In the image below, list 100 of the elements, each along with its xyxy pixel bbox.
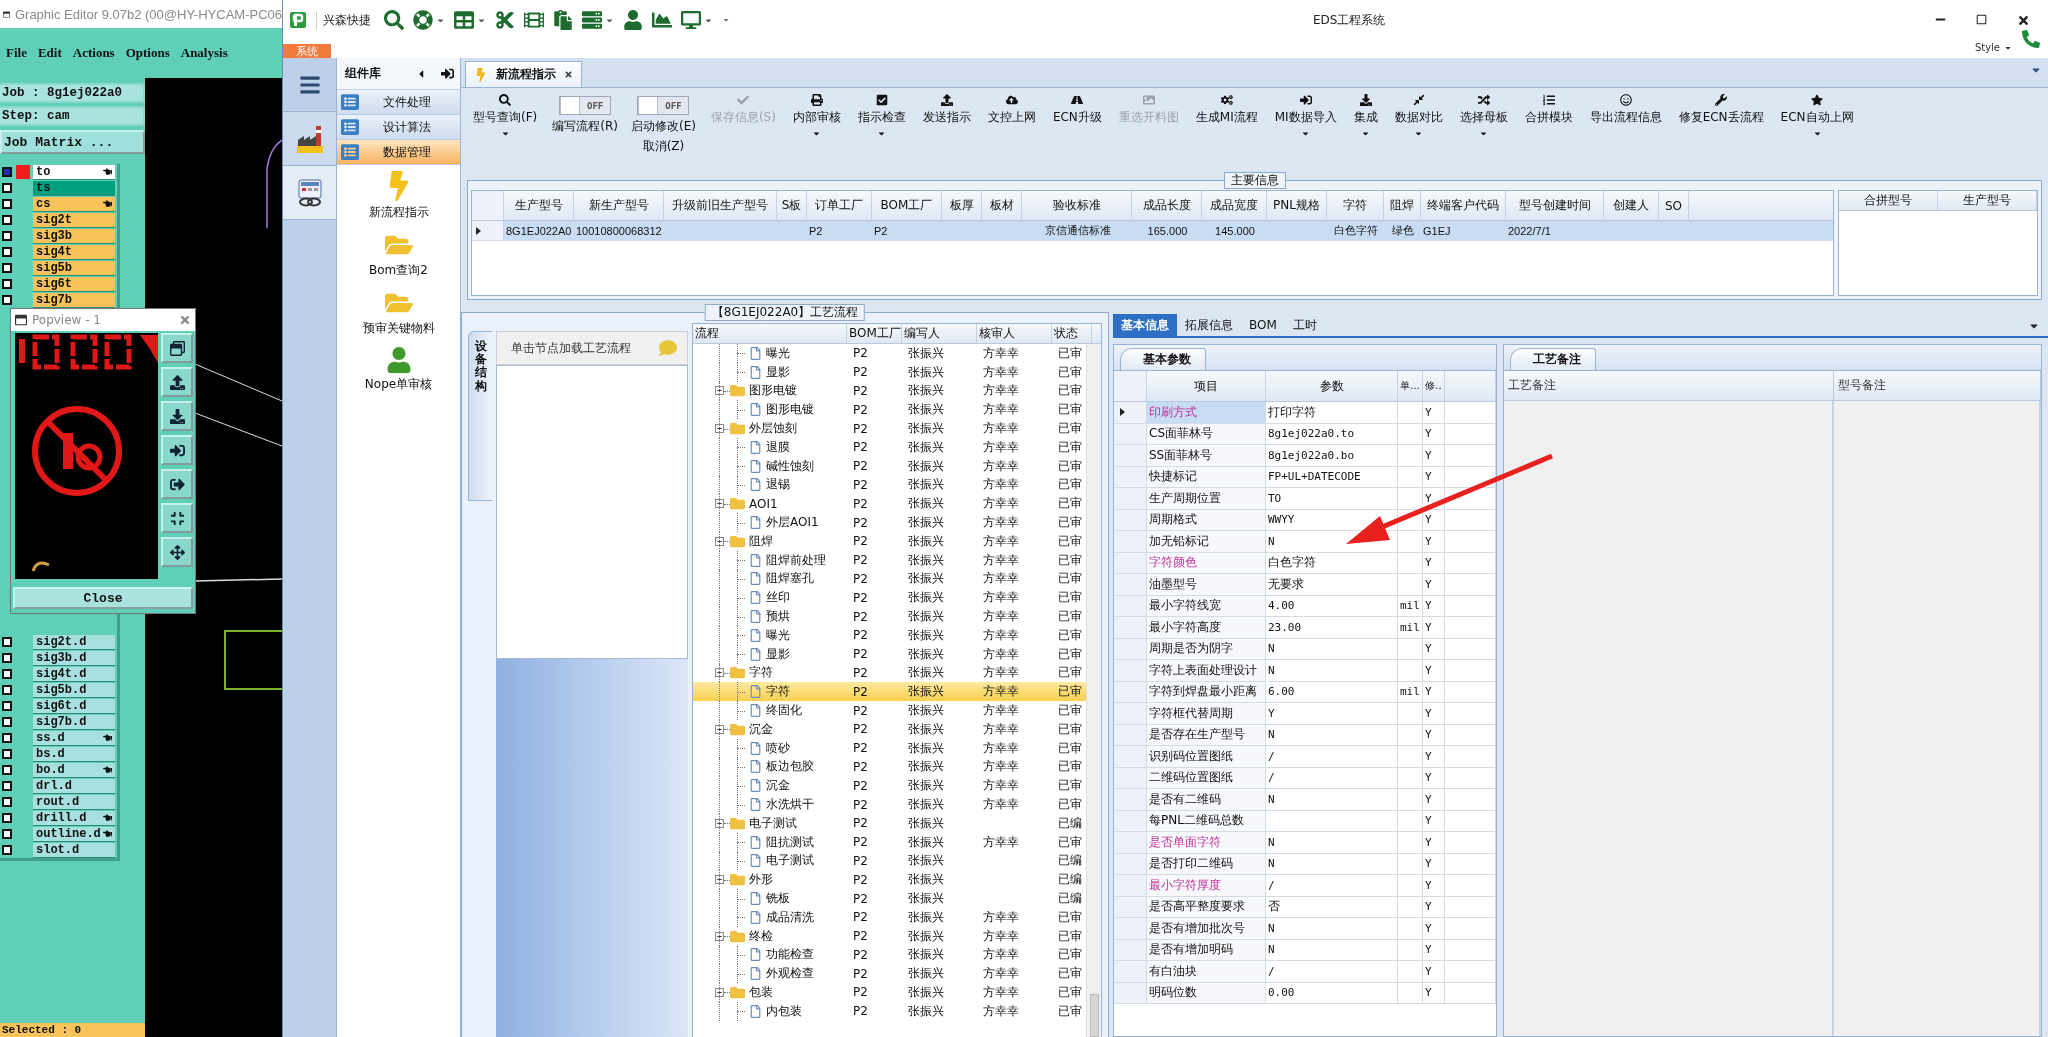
toolbar-button[interactable]: 指示检查 [855,94,908,138]
column-header[interactable]: 核审人 [977,324,1052,343]
column-header[interactable]: 修.. [1423,371,1445,401]
column-header[interactable]: 板材 [982,191,1022,220]
layer-name[interactable]: rout.d [33,794,115,810]
tool-button[interactable] [161,401,193,431]
layer-checkbox[interactable] [2,845,12,855]
tool-button[interactable] [161,469,193,499]
layer-checkbox[interactable] [2,247,12,257]
maximize-icon[interactable] [1976,13,1987,25]
user-icon[interactable] [623,10,643,30]
layer-checkbox[interactable] [2,263,12,273]
factory-icon[interactable] [295,123,324,154]
scissors-icon[interactable] [495,10,515,30]
column-header[interactable]: S板 [777,191,807,220]
layer-checkbox[interactable] [2,685,12,695]
category-item[interactable]: 设计算法 [337,115,460,140]
style-menu[interactable]: Style [1974,42,2012,53]
layer-name[interactable]: sig2t [33,212,115,228]
tool-button[interactable] [161,537,193,567]
column-header[interactable]: 创建人 [1604,191,1659,220]
layer-checkbox[interactable] [2,653,12,663]
search-icon[interactable] [384,10,404,30]
area-chart-icon[interactable] [652,10,672,30]
layer-name[interactable]: sig6t [33,276,115,292]
toolbar-button[interactable]: 发送指示 [920,94,973,126]
column-header[interactable]: 参数 [1266,371,1398,401]
job-matrix-button[interactable]: Job Matrix ... [0,130,145,154]
tab[interactable]: 基本参数 [1120,348,1206,370]
layer-checkbox[interactable] [2,279,12,289]
row-header[interactable] [1114,402,1147,423]
column-header[interactable]: 终端客户代码 [1421,191,1506,220]
toolbar-button[interactable]: ECN升级 [1050,94,1104,126]
layer-checkbox[interactable] [2,717,12,727]
layer-checkbox[interactable] [2,183,12,193]
tab[interactable]: 拓展信息 [1177,314,1241,336]
layer-name[interactable]: sig4t [33,244,115,260]
menu-item[interactable]: Actions [72,45,115,61]
category-item[interactable]: 数据管理 [337,140,460,165]
toolbar-button[interactable]: 导出流程信息 [1587,94,1664,126]
close-icon[interactable] [2017,13,2030,27]
launcher-label[interactable]: 预审关键物料 [362,320,435,337]
column-header[interactable]: 生产型号 [504,191,574,220]
toolbar-button[interactable]: ECN自动上网 [1778,94,1856,138]
lifebuoy-icon[interactable] [413,10,433,30]
collapse-icon[interactable] [715,668,724,678]
column-header[interactable]: 生产型号 [1938,191,2037,210]
layer-checkbox[interactable] [2,749,12,759]
collapse-icon[interactable] [715,424,724,434]
toolbar-button[interactable]: 修复ECN丢流程 [1676,94,1766,126]
column-header[interactable]: BOM工厂 [847,324,902,343]
column-header[interactable]: 编写人 [902,324,977,343]
column-header[interactable]: 新生产型号 [574,191,664,220]
collapse-icon[interactable] [715,988,724,997]
column-header[interactable]: 板厚 [942,191,982,220]
toolbar-button[interactable]: 选择母板 [1457,94,1510,138]
menu-item[interactable]: Options [125,45,170,61]
collapse-icon[interactable] [715,499,724,509]
close-icon[interactable] [564,70,573,79]
layer-checkbox[interactable] [2,701,12,711]
layer-name[interactable]: bo.d [33,762,115,778]
calculator-icon[interactable] [295,177,324,208]
layer-checkbox[interactable] [2,829,12,839]
menu-item[interactable]: Edit [37,45,62,61]
layer-name[interactable]: sig7b.d [33,714,115,730]
toolbar-button[interactable]: 集成 [1351,94,1380,138]
toolbar-button[interactable]: 内部审核 [790,94,843,138]
layer-name[interactable]: outline.d [33,826,115,842]
collapse-icon[interactable] [715,818,724,828]
layer-name[interactable]: sig7b [33,292,115,308]
layer-name[interactable]: sig5b.d [33,682,115,698]
launcher-label[interactable]: 新流程指示 [368,204,429,221]
column-header[interactable]: 单... [1398,371,1423,401]
layer-checkbox[interactable] [2,167,12,177]
menu-item[interactable]: Analysis [180,45,228,61]
column-header[interactable]: 成品长度 [1132,191,1202,220]
layer-checkbox[interactable] [2,295,12,305]
paste-icon[interactable] [553,10,573,30]
tool-button[interactable] [161,367,193,397]
layer-name[interactable]: sig2t.d [33,634,115,650]
collapse-icon[interactable] [715,875,724,885]
layer-name[interactable]: drl.d [33,778,115,794]
side-tab[interactable]: 设备结构 [468,331,492,501]
layer-name[interactable]: bs.d [33,746,115,762]
tree-row[interactable]: 字符 P2 张振兴 方幸幸 已审 [693,682,1086,702]
launcher-label[interactable]: Bom查询2 [369,262,428,279]
list-icon[interactable] [582,10,602,30]
film-icon[interactable] [524,10,544,30]
toolbar-button[interactable]: 型号查询(F) [471,94,540,138]
layer-checkbox[interactable] [2,199,12,209]
layer-name[interactable]: drill.d [33,810,115,826]
column-header[interactable]: 订单工厂 [807,191,872,220]
launcher-label[interactable]: Nope单审核 [364,376,433,393]
monitor-icon[interactable] [681,10,701,30]
table-icon[interactable] [454,10,474,30]
column-header[interactable]: 升级前旧生产型号 [664,191,777,220]
column-header[interactable]: 项目 [1147,371,1266,401]
column-header[interactable]: 字符 [1327,191,1384,220]
column-header[interactable]: 验收标准 [1022,191,1132,220]
menu-item[interactable]: File [6,45,27,61]
